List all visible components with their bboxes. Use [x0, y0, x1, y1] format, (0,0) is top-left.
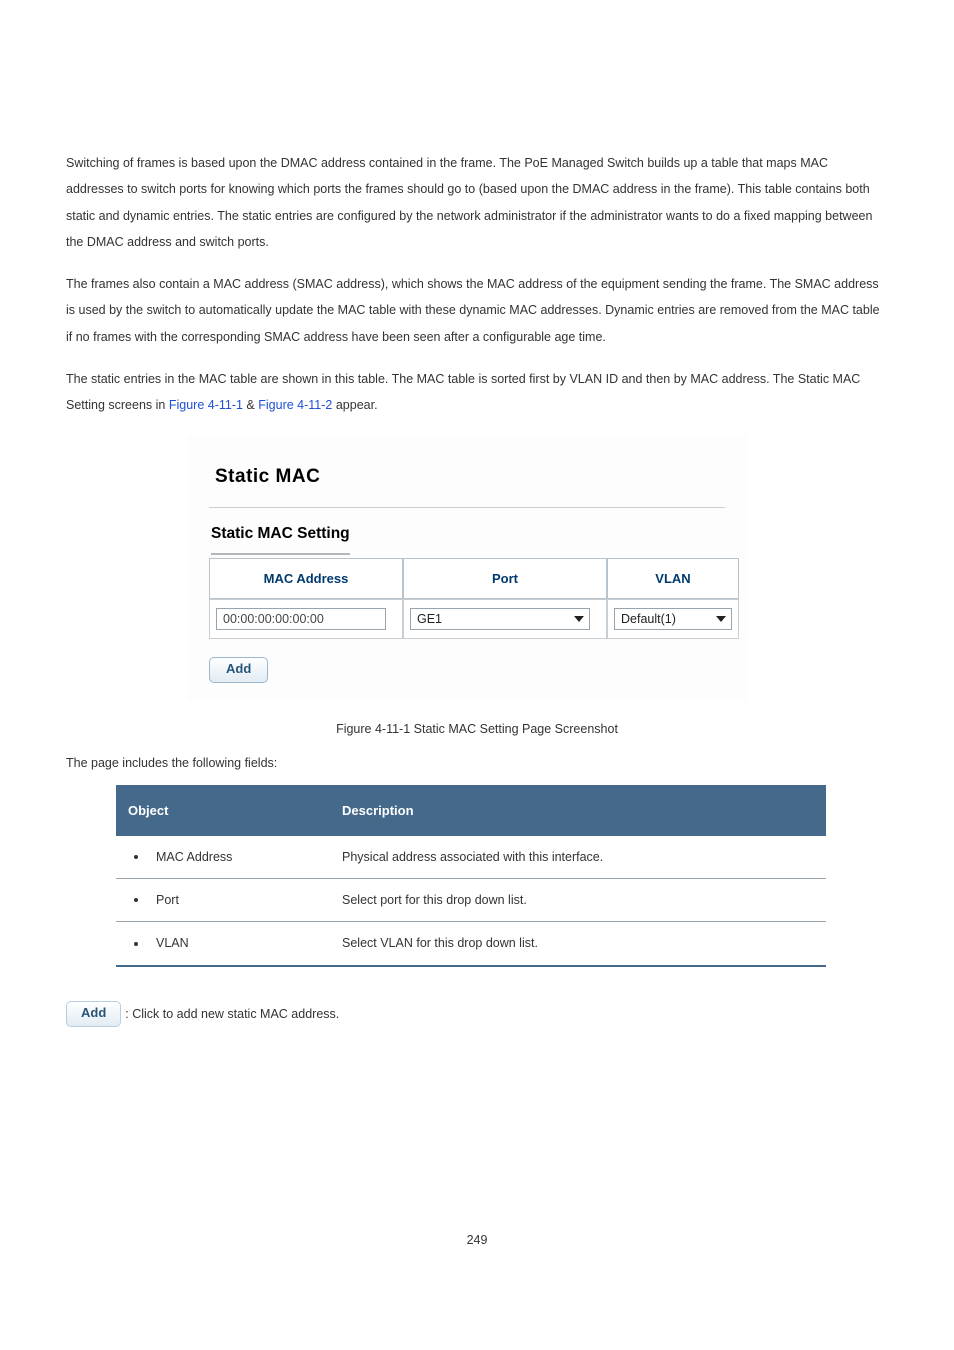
add-button-description: : Click to add new static MAC address. — [125, 1001, 339, 1027]
bullet-icon — [134, 898, 138, 902]
fields-description-table: Object Description MAC Address Physical … — [116, 785, 826, 967]
fields-head-object: Object — [116, 786, 330, 835]
mac-address-input[interactable] — [216, 608, 386, 630]
figure-link-4-11-1[interactable]: Figure 4-11-1 — [169, 398, 243, 412]
intro-paragraph-1: Switching of frames is based upon the DM… — [66, 150, 888, 255]
table-row: GE1 Default(1) — [209, 599, 739, 639]
p3-post: appear. — [332, 398, 377, 412]
chevron-down-icon — [716, 616, 726, 622]
vlan-select-value: Default(1) — [621, 606, 676, 632]
field-object: MAC Address — [156, 844, 232, 870]
static-mac-form-table: MAC Address Port VLAN GE1 — [209, 558, 739, 640]
vlan-select[interactable]: Default(1) — [614, 608, 732, 630]
table-row: VLAN Select VLAN for this drop down list… — [116, 922, 826, 966]
figure-caption: Figure 4-11-1 Static MAC Setting Page Sc… — [66, 716, 888, 742]
fields-intro: The page includes the following fields: — [66, 750, 888, 776]
add-button[interactable]: Add — [209, 657, 268, 683]
col-header-port: Port — [403, 558, 607, 599]
field-description: Select port for this drop down list. — [330, 879, 826, 922]
bullet-icon — [134, 942, 138, 946]
col-header-vlan: VLAN — [607, 558, 739, 599]
table-row: Port Select port for this drop down list… — [116, 879, 826, 922]
figure-link-4-11-2[interactable]: Figure 4-11-2 — [258, 398, 332, 412]
page-number: 249 — [66, 1227, 888, 1253]
button-description-row: Add : Click to add new static MAC addres… — [66, 1001, 888, 1027]
table-row: MAC Address Physical address associated … — [116, 835, 826, 879]
add-button-image: Add — [66, 1001, 121, 1027]
static-mac-screenshot: Static MAC Static MAC Setting MAC Addres… — [186, 434, 748, 702]
field-description: Physical address associated with this in… — [330, 835, 826, 879]
col-header-mac: MAC Address — [209, 558, 403, 599]
bullet-icon — [134, 855, 138, 859]
screenshot-title: Static MAC — [215, 457, 725, 497]
port-select-value: GE1 — [417, 606, 442, 632]
screenshot-section-heading: Static MAC Setting — [211, 518, 350, 555]
fields-head-description: Description — [330, 786, 826, 835]
field-description: Select VLAN for this drop down list. — [330, 922, 826, 966]
port-select[interactable]: GE1 — [410, 608, 590, 630]
chevron-down-icon — [574, 616, 584, 622]
intro-paragraph-2: The frames also contain a MAC address (S… — [66, 271, 888, 350]
intro-paragraph-3: The static entries in the MAC table are … — [66, 366, 888, 419]
p3-mid: & — [243, 398, 258, 412]
field-object: Port — [156, 887, 179, 913]
field-object: VLAN — [156, 930, 189, 956]
